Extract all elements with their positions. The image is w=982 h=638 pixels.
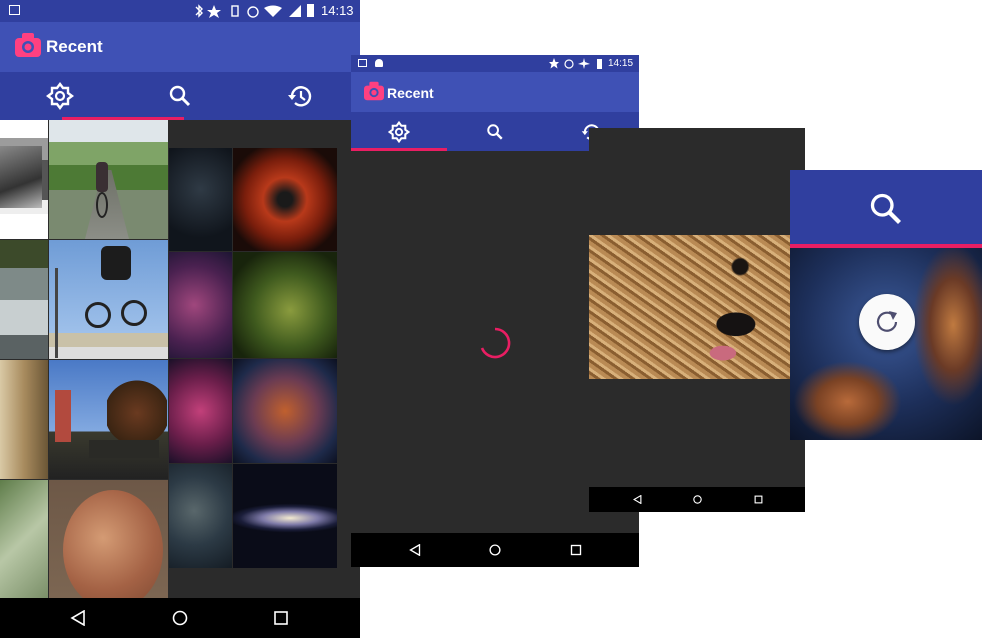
app-title: Recent — [387, 85, 434, 101]
screen-recent-grid: 14:13 Recent — [0, 0, 360, 638]
photo-green-nebula[interactable] — [233, 252, 337, 358]
home-icon — [489, 544, 501, 556]
nav-home-button[interactable] — [685, 487, 709, 512]
nav-recents-button[interactable] — [261, 598, 301, 638]
nav-recents-button[interactable] — [746, 487, 770, 512]
screen-search-detail — [790, 170, 982, 440]
tab-search[interactable] — [120, 72, 240, 120]
app-bar: Recent — [0, 22, 360, 72]
brightness-icon — [388, 120, 410, 143]
brightness-icon — [46, 82, 74, 110]
tab-bar — [790, 170, 982, 248]
tab-search[interactable] — [790, 170, 982, 248]
history-icon — [288, 86, 312, 107]
home-icon — [172, 610, 188, 626]
loading-spinner — [480, 327, 511, 359]
camera-logo-icon — [364, 81, 384, 101]
app-bar: Recent — [351, 72, 639, 112]
photo-space-nebula-1[interactable] — [169, 148, 232, 251]
battery-icon — [307, 4, 314, 17]
status-bar: 14:15 — [351, 55, 639, 72]
navigation-bar — [0, 598, 360, 638]
tab-history[interactable] — [240, 72, 360, 120]
photo-waterfall[interactable] — [0, 240, 48, 359]
status-icons — [195, 4, 301, 18]
photo-galaxy[interactable] — [233, 464, 337, 568]
refresh-button[interactable] — [859, 294, 915, 350]
photo-dog-closeup[interactable] — [589, 235, 805, 379]
search-icon — [870, 193, 901, 224]
nav-home-button[interactable] — [160, 598, 200, 638]
photo-dark-nebula[interactable] — [169, 464, 232, 568]
navigation-bar — [589, 487, 805, 512]
photo-blue-red-nebula[interactable] — [233, 359, 337, 463]
status-icons — [549, 58, 602, 69]
status-time: 14:13 — [321, 3, 354, 18]
status-bar: 14:13 — [0, 0, 360, 22]
recents-icon — [754, 495, 762, 504]
nav-recents-button[interactable] — [560, 533, 592, 567]
tab-brightness[interactable] — [0, 72, 120, 120]
app-title: Recent — [46, 37, 103, 56]
photo-grid — [0, 120, 360, 598]
back-icon — [632, 495, 641, 504]
back-icon — [409, 544, 421, 556]
tab-brightness[interactable] — [351, 112, 447, 151]
photo-blurry-green[interactable] — [0, 480, 48, 598]
photo-sports-car[interactable] — [0, 120, 48, 239]
photo-red-nebula[interactable] — [233, 148, 337, 251]
nav-back-button[interactable] — [58, 598, 98, 638]
photo-store-interior[interactable] — [0, 360, 48, 479]
photo-coin[interactable] — [49, 480, 168, 598]
back-icon — [70, 610, 85, 626]
tab-indicator — [351, 148, 447, 151]
recents-icon — [274, 611, 288, 625]
photo-magenta-nebula[interactable] — [169, 359, 232, 463]
screen-photo-viewer — [589, 128, 805, 512]
camera-logo-icon — [15, 33, 41, 57]
navigation-bar — [351, 533, 639, 567]
tab-bar — [0, 72, 360, 120]
tab-search[interactable] — [447, 112, 543, 151]
status-time: 14:15 — [608, 58, 634, 69]
search-icon — [487, 123, 503, 140]
image-notification-icon — [358, 59, 367, 67]
recents-icon — [570, 544, 582, 556]
photo-street-trees[interactable] — [49, 360, 168, 479]
home-icon — [692, 495, 702, 504]
nav-home-button[interactable] — [479, 533, 511, 567]
nav-back-button[interactable] — [399, 533, 431, 567]
search-icon — [169, 85, 191, 107]
photo-bmx-jump[interactable] — [49, 240, 168, 359]
image-notification-icon — [9, 5, 20, 15]
photo-cyclist[interactable] — [49, 120, 168, 239]
android-notification-icon — [375, 59, 383, 67]
refresh-icon — [876, 311, 898, 332]
nav-back-button[interactable] — [625, 487, 649, 512]
photo-pink-nebula[interactable] — [169, 252, 232, 358]
